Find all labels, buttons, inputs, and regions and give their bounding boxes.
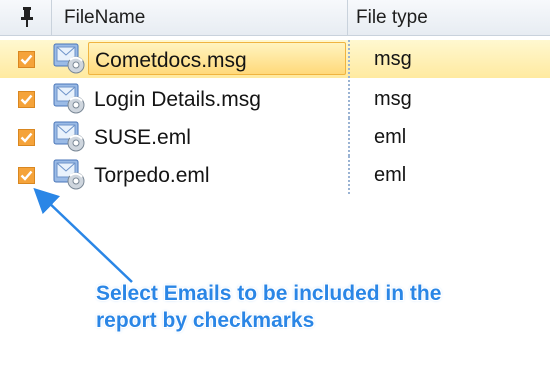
annotation-text: Select Emails to be included in the repo… xyxy=(96,280,516,334)
annotation-line-1: Select Emails to be included in the xyxy=(96,282,442,305)
file-list-panel: FileName File type Cometdocs.msg msg Login… xyxy=(0,0,550,386)
annotation-line-2: report by checkmarks xyxy=(96,309,315,332)
